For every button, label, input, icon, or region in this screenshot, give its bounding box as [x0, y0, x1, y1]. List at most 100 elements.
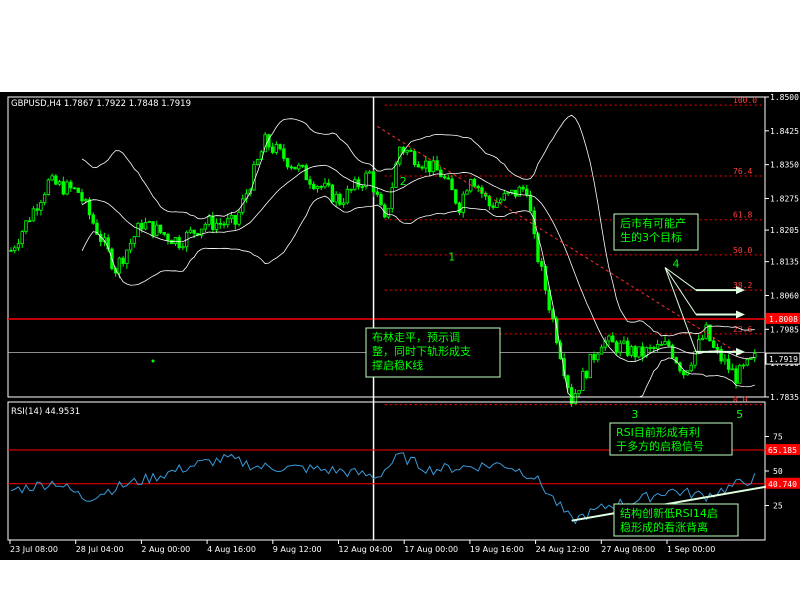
candle-body: [345, 188, 350, 204]
time-tick-label: 24 Aug 12:00: [536, 545, 590, 554]
candle-body: [405, 150, 409, 153]
candle-body: [84, 199, 88, 202]
main-title: GBPUSD,H4 1.7867 1.7922 1.7848 1.7919: [11, 99, 191, 109]
wave-label: 1: [448, 250, 455, 263]
candle-body: [181, 246, 185, 249]
note-rsi-signal-text: 于多方的启稳信号: [616, 439, 704, 453]
candle-body: [525, 188, 529, 196]
candle-body: [207, 216, 211, 225]
candle-body: [155, 224, 159, 236]
wave-label: 2: [400, 175, 407, 188]
candle-body: [607, 335, 611, 342]
candle-body: [54, 175, 58, 185]
candle-body: [188, 229, 193, 233]
candle-body: [629, 346, 634, 356]
candle-body: [584, 370, 589, 379]
candle-body: [173, 237, 178, 245]
candle-body: [472, 179, 477, 187]
candle-body: [237, 211, 241, 225]
time-tick-label: 12 Aug 04:00: [339, 545, 393, 554]
candle-body: [588, 354, 593, 379]
price-highlight-label: 1.8008: [769, 315, 798, 324]
candle-body: [203, 223, 208, 230]
candle-body: [435, 160, 439, 171]
top-white-margin: [0, 0, 800, 92]
candle-body: [39, 202, 43, 211]
candle-body: [158, 224, 163, 233]
candle-body: [289, 166, 294, 169]
price-highlight-label: 1.7919: [769, 355, 798, 364]
rsi-tick-label: 25: [773, 502, 783, 511]
candle-body: [700, 337, 705, 340]
time-tick-label: 2 Aug 00:00: [141, 545, 190, 554]
candle-body: [87, 199, 92, 216]
candle-body: [270, 146, 275, 153]
candle-body: [80, 192, 84, 202]
candle-body: [308, 179, 312, 185]
price-tick-label: 1.7835: [770, 393, 799, 402]
price-tick-label: 1.8425: [770, 127, 799, 136]
candle-body: [353, 179, 357, 190]
marker-dot: [151, 359, 155, 363]
candle-body: [222, 223, 226, 226]
bottom-white-margin: [0, 560, 800, 600]
candle-body: [360, 186, 365, 188]
candle-body: [723, 358, 727, 362]
candle-body: [715, 347, 720, 350]
fib-level-label: 50.0: [733, 246, 752, 255]
time-tick-label: 19 Aug 16:00: [470, 545, 524, 554]
candle-body: [734, 368, 738, 384]
candle-body: [371, 171, 376, 193]
candle-body: [513, 189, 518, 197]
note-bollinger-text: 撑启稳K线: [372, 358, 423, 372]
rsi-level-label: 40.740: [768, 480, 797, 489]
candle-body: [252, 164, 256, 191]
candle-body: [424, 160, 428, 169]
candle-body: [682, 370, 686, 376]
candle-body: [211, 216, 215, 230]
candle-body: [132, 236, 137, 244]
price-tick-label: 1.8350: [770, 161, 799, 170]
candle-body: [214, 222, 219, 230]
candle-body: [726, 358, 731, 370]
fib-level-label: 0.0: [733, 396, 748, 405]
candle-body: [510, 189, 514, 193]
mt4-chart[interactable]: 100.076.461.850.038.223.60.02143 5 1.8500…: [0, 0, 800, 600]
candle-body: [177, 237, 181, 249]
fib-level-label: 38.2: [733, 281, 752, 290]
candle-body: [427, 160, 432, 173]
time-tick-label: 4 Aug 16:00: [207, 545, 256, 554]
time-tick-label: 23 Jul 08:00: [10, 545, 58, 554]
time-tick-label: 9 Aug 12:00: [273, 545, 322, 554]
candle-body: [409, 150, 413, 152]
candle-body: [536, 233, 540, 262]
candle-body: [611, 335, 615, 343]
candle-body: [711, 340, 716, 348]
candle-body: [166, 233, 170, 241]
candle-body: [480, 187, 484, 194]
candle-body: [738, 364, 742, 384]
candle-body: [334, 193, 338, 203]
time-tick-label: 17 Aug 00:00: [404, 545, 458, 554]
fib-level-label: 100.0: [733, 96, 757, 105]
note-bollinger-text: 整，同时下轨形成支: [372, 344, 471, 358]
candle-body: [341, 202, 346, 205]
candle-body: [69, 181, 73, 189]
wave-label: 4: [673, 258, 680, 271]
candle-body: [622, 340, 626, 344]
candle-body: [379, 193, 383, 206]
time-tick-label: 28 Jul 04:00: [76, 545, 124, 554]
candle-body: [592, 354, 596, 361]
candle-body: [491, 205, 495, 208]
candle-body: [465, 190, 469, 195]
candle-body: [125, 249, 129, 264]
note-bollinger-text: 布林走平，预示调: [372, 330, 460, 344]
candle-body: [394, 163, 398, 188]
candle-body: [323, 182, 327, 188]
rsi-tick-label: 75: [773, 433, 783, 442]
candle-body: [652, 347, 656, 350]
candle-body: [282, 148, 286, 159]
candle-body: [24, 220, 28, 232]
candle-body: [42, 194, 47, 203]
candle-body: [439, 169, 443, 178]
